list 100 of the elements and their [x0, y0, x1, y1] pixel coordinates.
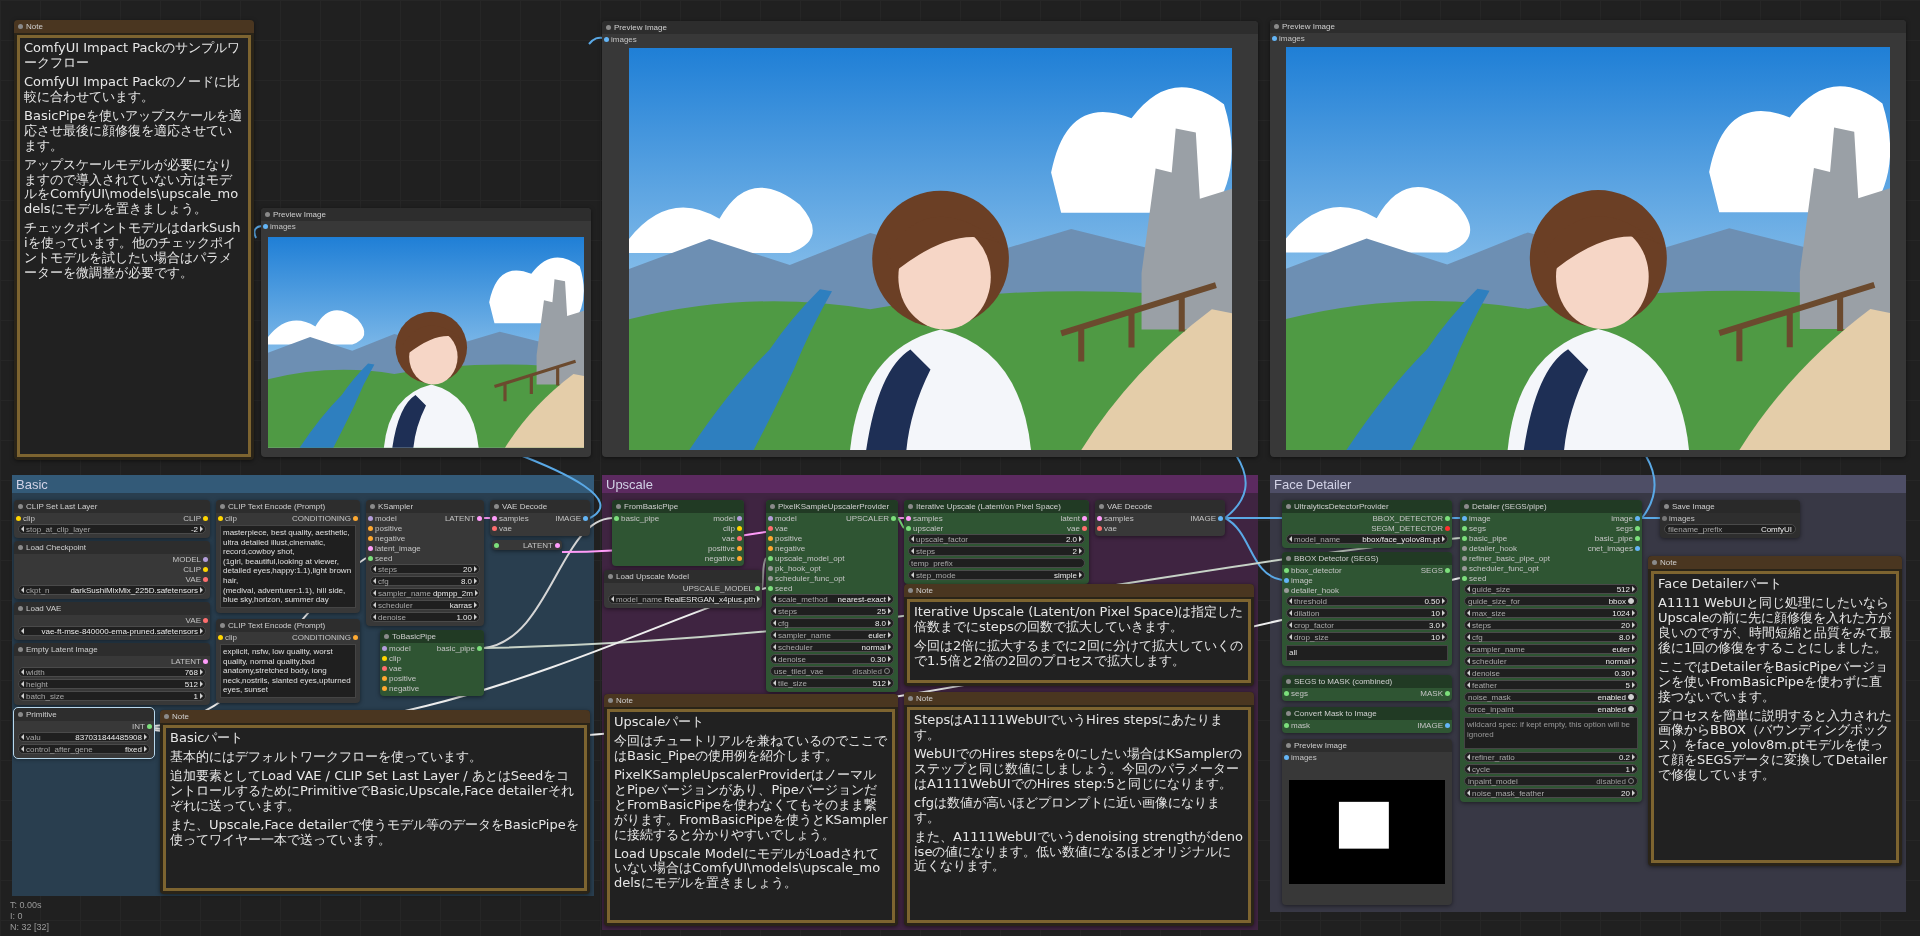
node-panel[interactable] — [766, 500, 898, 692]
output-dot[interactable] — [583, 515, 588, 521]
input-dot[interactable] — [614, 515, 619, 521]
output-dot[interactable] — [737, 555, 742, 561]
output-dot[interactable] — [755, 585, 760, 591]
value-stepper[interactable]: denoise 0.30 — [1464, 668, 1638, 678]
input-dot[interactable] — [382, 655, 387, 661]
value-stepper[interactable]: scheduler normal — [770, 642, 894, 652]
value-stepper[interactable]: cfg 8.0 — [770, 618, 894, 628]
node-panel[interactable]: Load VAE VAE vae-ft-mse-840000-ema-pruned.safetensors — [14, 602, 210, 640]
node-panel[interactable]: Empty Latent Image LATENT width 768 height 512 batch_size 1 — [14, 643, 210, 705]
value-stepper[interactable]: scale_method nearest-exact — [770, 594, 894, 604]
input-dot[interactable] — [1284, 722, 1289, 728]
collapse-dot-icon[interactable] — [1286, 556, 1291, 561]
value-stepper[interactable]: width 768 — [18, 667, 206, 677]
value-stepper[interactable]: steps 25 — [770, 606, 894, 616]
input-dot[interactable] — [382, 665, 387, 671]
input-dot[interactable] — [1462, 515, 1467, 521]
value-stepper[interactable]: stop_at_clip_layer -2 — [18, 524, 206, 534]
prompt-field[interactable]: explicit, nsfw, low quality, worst quality, normal quality,bad anatomy,stretched body, long neck,nostrils, slanted eyes,upturned eyes, sunset — [220, 644, 356, 698]
collapse-dot-icon[interactable] — [494, 504, 499, 509]
output-dot[interactable] — [1082, 515, 1087, 521]
value-stepper[interactable]: batch_size 1 — [18, 691, 206, 701]
input-dot[interactable] — [604, 36, 609, 42]
value-stepper[interactable]: threshold 0.50 — [1286, 596, 1448, 606]
output-dot[interactable] — [1082, 525, 1087, 531]
node-panel[interactable]: Preview Image images — [1270, 20, 1906, 457]
input-dot[interactable] — [1462, 525, 1467, 531]
value-stepper[interactable]: denoise 1.00 — [370, 612, 480, 622]
input-dot[interactable] — [1462, 575, 1467, 581]
node-panel[interactable]: Convert Mask to Image mask IMAGE — [1282, 707, 1452, 733]
input-dot[interactable] — [768, 515, 773, 521]
value-stepper[interactable]: steps 20 — [370, 564, 480, 574]
node-panel[interactable]: UltralyticsDetectorProvider BBOX_DETECTOR SEGM_DETECTOR model_name bbox/face_yolov8m.pt — [1282, 500, 1452, 548]
collapse-dot-icon[interactable] — [1464, 504, 1469, 509]
node-panel[interactable]: Load Checkpoint MODEL CLIP VAE ckpt_n darkSushiMixMix_225D.safetensors — [14, 541, 210, 599]
note-body[interactable]: Iterative Upscale (Latent/on Pixel Space)は指定した倍数までにstepsの回数で拡大していきます。 今回は2倍に拡大するまでに2回に分けて拡大していくので1.5倍と2倍の2回のプロセスで拡大します。 — [907, 599, 1251, 683]
left-arrow-icon[interactable] — [1467, 586, 1470, 592]
collapse-dot-icon[interactable] — [1652, 560, 1657, 565]
output-dot[interactable] — [1635, 525, 1640, 531]
left-arrow-icon[interactable] — [21, 587, 24, 593]
node-panel[interactable]: Save Image images filename_prefix ComfyUI — [1660, 500, 1800, 538]
toggle-switch[interactable]: guide_size_for bbox — [1464, 596, 1638, 606]
left-arrow-icon[interactable] — [1289, 536, 1292, 542]
toggle-knob-icon[interactable] — [1628, 706, 1634, 712]
output-dot[interactable] — [147, 723, 152, 729]
prompt-field[interactable]: masterpiece, best quality, aesthetic, ultra detailed illust,cinematic, record,cowboy shot, (1girl, beautiful,looking at viewer, detailed eyes,happy:1.1),light brown hair, (medival, adventurer:1.1), hill side, blue sky,horizon, summer day — [220, 525, 356, 608]
value-stepper[interactable]: sampler_name euler — [770, 630, 894, 640]
input-dot[interactable] — [1272, 35, 1277, 41]
node-panel[interactable]: CLIP Text Encode (Prompt) clip CONDITIONING explicit, nsfw, low quality, worst quality, normal quality,bad anatomy,stretched body, long neck,nostrils, slanted eyes,upturned eyes, sunset — [216, 619, 360, 703]
input-dot[interactable] — [1462, 565, 1467, 571]
collapse-dot-icon[interactable] — [908, 588, 913, 593]
node-panel[interactable]: VAE Decode samples IMAGE vae — [1095, 500, 1225, 536]
toggle-switch[interactable]: force_inpaint enabled — [1464, 704, 1638, 714]
input-dot[interactable] — [1462, 545, 1467, 551]
collapse-dot-icon[interactable] — [606, 25, 611, 30]
left-arrow-icon[interactable] — [773, 680, 776, 686]
right-arrow-icon[interactable] — [200, 587, 203, 593]
text-area[interactable]: wildcard spec: if kept empty, this option will be ignored — [1464, 717, 1638, 749]
node-panel[interactable]: Preview Image images — [1282, 739, 1452, 905]
input-dot[interactable] — [16, 515, 21, 521]
input-dot[interactable] — [1284, 690, 1289, 696]
input-dot[interactable] — [906, 525, 911, 531]
collapse-dot-icon[interactable] — [220, 504, 225, 509]
toggle-switch[interactable]: inpaint_model disabled — [1464, 776, 1638, 786]
collapse-dot-icon[interactable] — [220, 623, 225, 628]
toggle-knob-icon[interactable] — [1628, 694, 1634, 700]
value-stepper[interactable]: step_mode simple — [908, 570, 1085, 580]
input-dot[interactable] — [768, 535, 773, 541]
left-arrow-icon[interactable] — [21, 526, 24, 532]
input-dot[interactable] — [494, 542, 499, 548]
input-dot[interactable] — [1284, 567, 1289, 573]
input-dot[interactable] — [263, 223, 268, 229]
input-dot[interactable] — [1284, 577, 1289, 583]
input-dot[interactable] — [218, 515, 223, 521]
value-stepper[interactable]: steps 2 — [908, 546, 1085, 556]
input-dot[interactable] — [1462, 535, 1467, 541]
left-arrow-icon[interactable] — [1467, 790, 1470, 796]
output-dot[interactable] — [203, 658, 208, 664]
output-dot[interactable] — [203, 617, 208, 623]
collapse-dot-icon[interactable] — [370, 504, 375, 509]
collapse-dot-icon[interactable] — [770, 504, 775, 509]
node-panel[interactable]: VAE Decode samples IMAGE vae — [490, 500, 590, 536]
output-dot[interactable] — [1445, 690, 1450, 696]
output-dot[interactable] — [737, 515, 742, 521]
value-stepper[interactable]: cfg 8.0 — [1464, 632, 1638, 642]
output-dot[interactable] — [1445, 515, 1450, 521]
value-stepper[interactable]: upscale_factor 2.0 — [908, 534, 1085, 544]
node-panel[interactable]: Load Upscale Model UPSCALE_MODEL model_name RealESRGAN_x4plus.pth — [604, 570, 762, 608]
collapse-dot-icon[interactable] — [18, 712, 23, 717]
text-field[interactable]: filename_prefix ComfyUI — [1664, 524, 1796, 534]
collapse-dot-icon[interactable] — [1099, 504, 1104, 509]
output-dot[interactable] — [1445, 722, 1450, 728]
node-panel[interactable]: Preview Image images — [261, 208, 591, 457]
value-stepper[interactable]: scheduler karras — [370, 600, 480, 610]
collapse-dot-icon[interactable] — [1286, 679, 1291, 684]
value-stepper[interactable]: cycle 1 — [1464, 764, 1638, 774]
collapse-dot-icon[interactable] — [616, 504, 621, 509]
input-dot[interactable] — [768, 575, 773, 581]
value-stepper[interactable]: model_name RealESRGAN_x4plus.pth — [608, 594, 758, 604]
